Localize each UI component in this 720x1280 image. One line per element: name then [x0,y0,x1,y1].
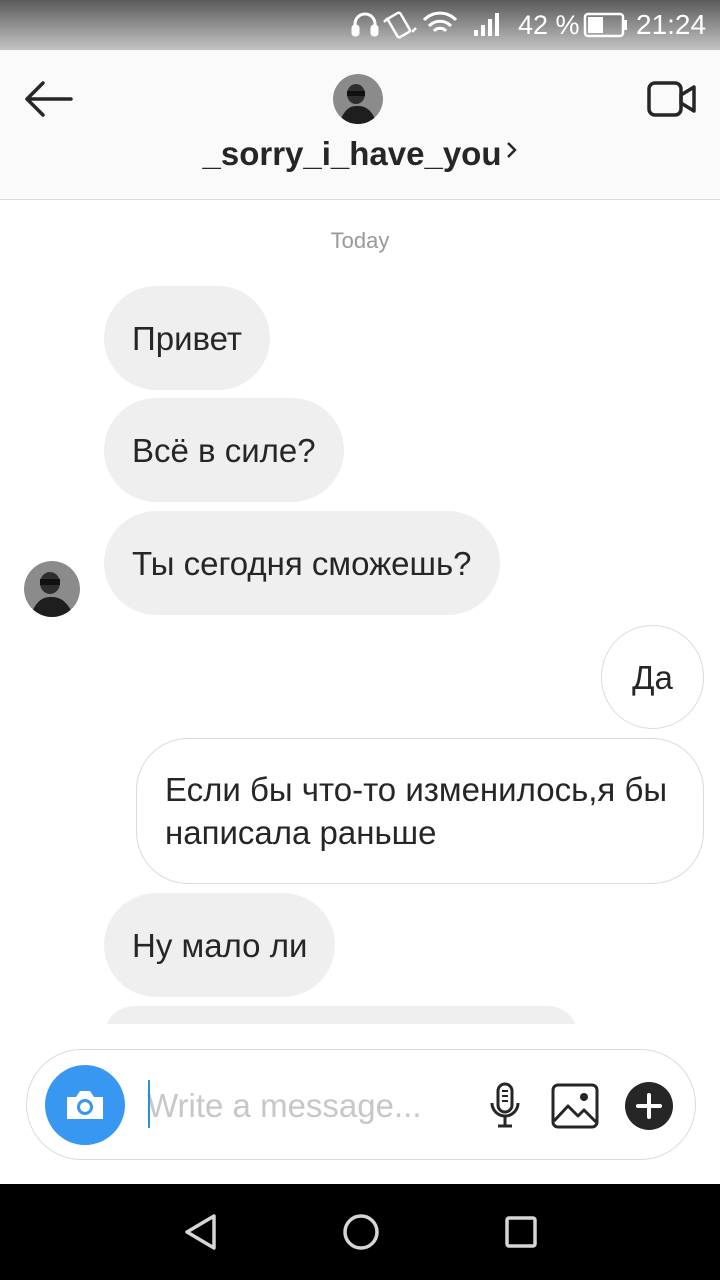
camera-button[interactable] [45,1065,125,1145]
message-text: Всё в силе? [132,431,316,469]
nav-home-button[interactable] [331,1202,391,1262]
outgoing-message[interactable]: Если бы что-то изменилось,я бы написала … [136,738,704,884]
signal-icon [474,13,499,36]
username-text: _sorry_i_have_you [202,135,502,172]
status-bar: 42 % 21:24 [0,0,720,50]
back-button[interactable] [18,74,78,124]
gallery-icon [551,1083,599,1129]
message-text: Если бы что-то изменилось,я бы написала … [165,771,668,851]
battery-percentage: 42 % [518,9,580,40]
nav-back-button[interactable] [171,1202,231,1262]
microphone-icon [490,1082,520,1128]
date-separator: Today [330,228,390,253]
more-actions-button[interactable] [623,1080,675,1132]
avatar[interactable] [333,74,383,124]
profile-photo [24,561,80,617]
chevron-right-icon [506,142,517,158]
plus-icon [625,1082,673,1130]
clock: 21:24 [636,9,707,40]
gallery-button[interactable] [550,1080,600,1132]
wifi-icon [422,11,458,33]
camera-icon [67,1091,103,1119]
incoming-message[interactable]: Ну мало ли [104,893,336,997]
message-input[interactable] [147,1080,447,1132]
headphones-icon [351,12,379,37]
incoming-message[interactable]: Ты сегодня сможешь? [104,511,500,615]
message-composer [26,1049,696,1160]
incoming-message[interactable]: Привет [104,286,271,390]
video-call-icon [647,81,696,117]
nav-recents-icon [505,1216,537,1248]
vibrate-icon [383,11,417,39]
voice-message-button[interactable] [483,1078,527,1134]
outgoing-message[interactable]: Да [601,625,704,729]
message-thread[interactable]: Today Привет Всё в силе? Ты сегодня смож… [0,200,720,1024]
username-title[interactable]: _sorry_i_have_you [150,132,570,176]
chat-header: _sorry_i_have_you [0,50,720,200]
nav-home-icon [343,1214,379,1250]
navigation-bar [0,1184,720,1280]
direct-message-screen: 42 % 21:24 _sorry_i_have_you Today Приве… [0,0,720,1280]
message-text: Да [632,658,673,696]
nav-recents-button[interactable] [491,1202,551,1262]
incoming-message[interactable]: Всё в силе? [104,398,344,502]
sender-avatar[interactable] [24,561,80,617]
text-cursor [148,1080,150,1128]
back-arrow-icon [25,81,73,117]
status-icons [351,11,627,39]
incoming-message-partial[interactable] [104,1006,578,1024]
nav-back-icon [185,1214,216,1250]
message-text: Ты сегодня сможешь? [132,544,472,582]
video-call-button[interactable] [640,72,704,126]
profile-photo [333,74,383,124]
battery-icon [583,12,627,38]
message-text: Привет [132,319,243,357]
message-text: Ну мало ли [132,926,308,964]
